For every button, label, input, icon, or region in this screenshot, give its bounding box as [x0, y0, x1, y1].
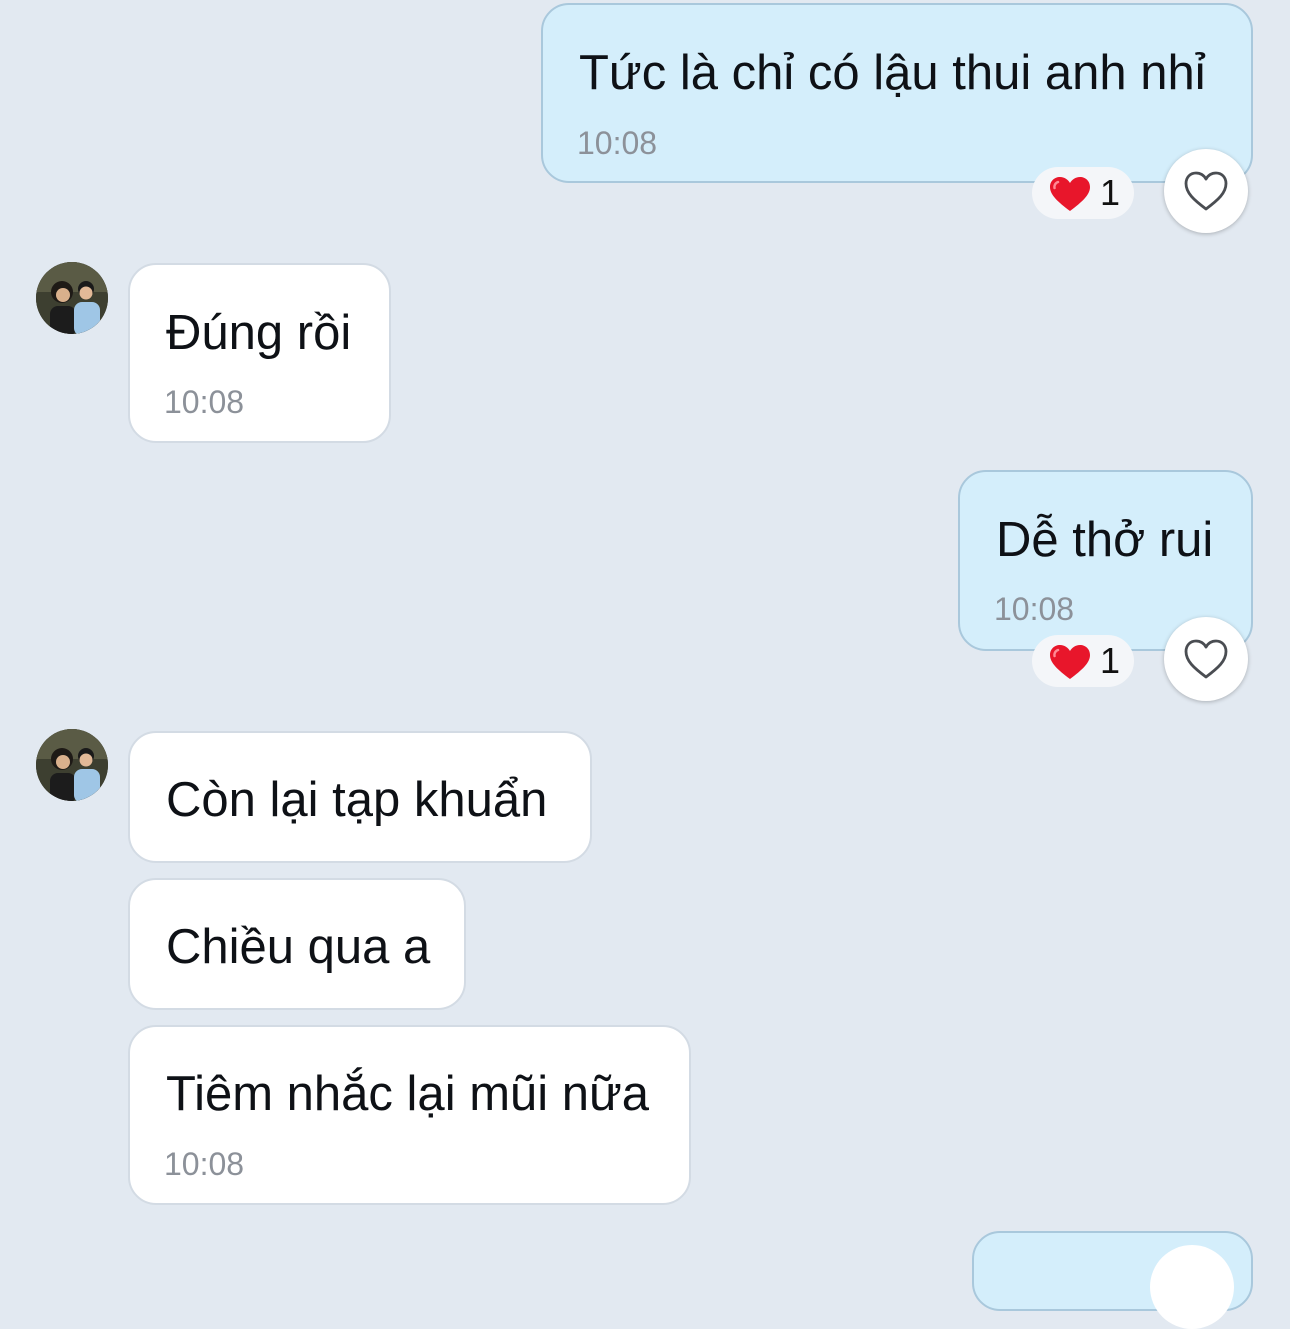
contact-avatar[interactable] [36, 262, 108, 334]
like-button-partial[interactable] [1150, 1245, 1234, 1329]
red-heart-icon [1050, 177, 1090, 211]
reaction-count: 1 [1100, 640, 1121, 681]
message-bubble-outgoing[interactable]: Tức là chỉ có lậu thui anh nhỉ 10:08 [541, 3, 1253, 183]
like-button[interactable] [1164, 149, 1248, 233]
reaction-badge[interactable]: 1 [1032, 167, 1134, 219]
message-bubble-incoming[interactable]: Chiều qua a [128, 878, 466, 1010]
message-bubble-incoming[interactable]: Còn lại tạp khuẩn [128, 731, 592, 863]
message-text: Còn lại tạp khuẩn [166, 773, 548, 827]
heart-outline-icon [1184, 171, 1228, 211]
message-time: 10:08 [164, 384, 245, 420]
heart-outline-icon [1184, 639, 1228, 679]
message-text: Chiều qua a [166, 920, 431, 974]
message-time: 10:08 [577, 125, 658, 161]
message-text: Đúng rồi [166, 306, 352, 360]
contact-avatar[interactable] [36, 729, 108, 801]
like-button[interactable] [1164, 617, 1248, 701]
message-text: Tiêm nhắc lại mũi nữa [166, 1067, 650, 1121]
message-text: Dễ thở rui [996, 513, 1214, 567]
message-text: Tức là chỉ có lậu thui anh nhỉ [579, 46, 1206, 100]
reaction-count: 1 [1100, 172, 1121, 213]
message-bubble-incoming[interactable]: Tiêm nhắc lại mũi nữa 10:08 [128, 1025, 691, 1205]
message-bubble-incoming[interactable]: Đúng rồi 10:08 [128, 263, 391, 443]
reaction-badge[interactable]: 1 [1032, 635, 1134, 687]
message-time: 10:08 [994, 591, 1075, 627]
message-time: 10:08 [164, 1146, 245, 1182]
red-heart-icon [1050, 645, 1090, 679]
